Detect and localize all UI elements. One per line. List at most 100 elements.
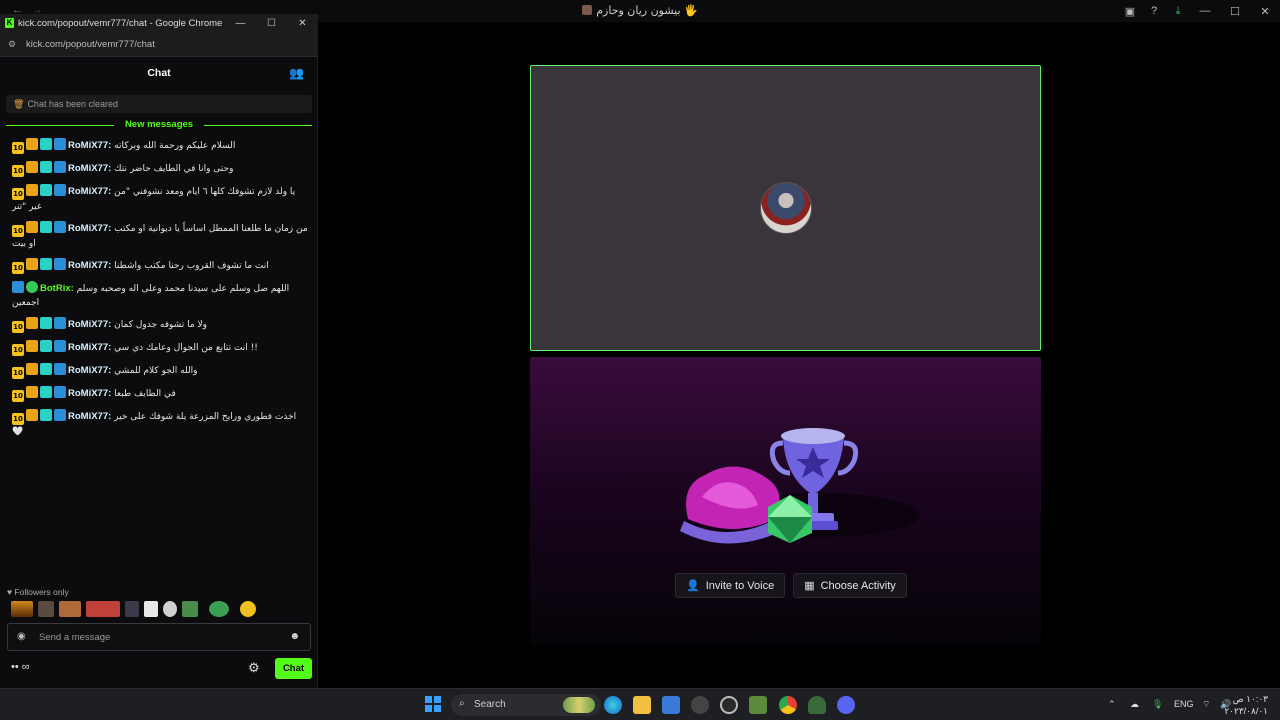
send-placeholder[interactable]: Send a message (39, 632, 110, 643)
chat-message: 10 RoMiX77: السلام عليكم ورحمة الله وبركا… (12, 138, 308, 154)
edge-icon[interactable] (604, 696, 622, 714)
users-icon[interactable]: 👥 (289, 66, 304, 80)
close-icon[interactable]: ✕ (1250, 5, 1280, 18)
maximize-icon[interactable]: ☐ (256, 14, 287, 33)
emote[interactable] (144, 601, 158, 617)
language-indicator[interactable]: ENG (1174, 699, 1194, 709)
gift-badge-icon (40, 184, 52, 196)
chat-username[interactable]: RoMiX77: (68, 319, 111, 330)
crown-badge-icon (26, 409, 38, 421)
file-explorer-icon[interactable] (633, 696, 651, 714)
activity-label: Choose Activity (820, 579, 896, 592)
sub-badge-icon: 10 (12, 262, 24, 274)
verified-badge-icon (54, 317, 66, 329)
emote[interactable] (209, 601, 229, 617)
sub-badge-icon: 10 (12, 390, 24, 402)
verified-badge-icon (54, 386, 66, 398)
crown-badge-icon (26, 221, 38, 233)
invite-to-voice-button[interactable]: 👤 Invite to Voice (675, 573, 786, 598)
kick-logo-icon: K (5, 18, 14, 28)
sub-badge-icon: 10 (12, 413, 24, 425)
taskbar-search[interactable]: ⌕ Search (451, 694, 601, 716)
search-highlight-image (563, 697, 595, 713)
crown-badge-icon (26, 363, 38, 375)
help-icon[interactable]: ? (1142, 5, 1166, 17)
minimize-icon[interactable]: — (225, 14, 256, 33)
bot-badge-icon (26, 281, 38, 293)
emote[interactable] (59, 601, 81, 617)
followers-only-label: ♥ Followers only (7, 587, 69, 597)
chat-username[interactable]: RoMiX77: (68, 140, 111, 151)
points-icon[interactable]: •• ∞ (11, 661, 30, 673)
trash-icon: 🗑 (13, 99, 25, 109)
crown-badge-icon (26, 138, 38, 150)
emote[interactable] (163, 601, 177, 617)
emote[interactable] (11, 601, 33, 617)
send-message-input[interactable]: ◉ Send a message ☻ (7, 623, 311, 651)
verified-badge-icon (54, 340, 66, 352)
search-icon: ⌕ (459, 698, 465, 709)
store-icon[interactable] (662, 696, 680, 714)
sub-badge-icon: 10 (12, 142, 24, 154)
chevron-up-icon[interactable]: ⌃ (1108, 699, 1116, 710)
close-icon[interactable]: ✕ (287, 14, 318, 33)
chat-username[interactable]: RoMiX77: (68, 163, 111, 174)
download-icon[interactable]: ⤓ (1166, 5, 1190, 18)
obs-icon[interactable] (720, 696, 738, 714)
clock-date: ٢٠٢٣/٠٨/٠١ (1224, 706, 1268, 716)
crown-badge-icon (26, 386, 38, 398)
sub-badge-icon: 10 (12, 344, 24, 356)
discord-icon[interactable] (837, 696, 855, 714)
chat-username[interactable]: RoMiX77: (68, 365, 111, 376)
chat-message-text: السلام عليكم ورحمة الله وبركاته (114, 141, 236, 151)
maximize-icon[interactable]: ☐ (1220, 5, 1250, 18)
chat-username[interactable]: RoMiX77: (68, 342, 111, 353)
choose-activity-button[interactable]: ▦ Choose Activity (793, 573, 907, 598)
address-bar[interactable]: ⚙ kick.com/popout/vemr777/chat (0, 33, 318, 57)
network-icon[interactable]: ☁ (1130, 699, 1139, 710)
chat-username[interactable]: RoMiX77: (68, 186, 111, 197)
activity-buttons: 👤 Invite to Voice ▦ Choose Activity (675, 573, 907, 598)
monitor-icon[interactable]: ▣ (1118, 5, 1142, 18)
emoji-icon[interactable]: ☻ (289, 631, 300, 642)
title-bar-controls: ▣ ? ⤓ — ☐ ✕ (1118, 0, 1280, 22)
minimize-icon[interactable]: — (1190, 5, 1220, 17)
emote[interactable] (125, 601, 139, 617)
gear-icon[interactable]: ⚙ (248, 660, 260, 676)
crown-badge-icon (26, 184, 38, 196)
photo-app-icon[interactable] (749, 696, 767, 714)
chat-window-controls: — ☐ ✕ (225, 14, 318, 33)
chat-username[interactable]: BotRix: (40, 283, 74, 294)
wifi-icon[interactable]: ⌔ (1202, 699, 1210, 710)
activity-grid-icon: ▦ (804, 580, 815, 592)
chat-popout-window: K kick.com/popout/vemr777/chat - Google … (0, 14, 318, 688)
site-settings-icon[interactable]: ⚙ (8, 39, 16, 50)
emote[interactable] (86, 601, 120, 617)
chat-message-text: ولا ما تشوفه جدول كمان (114, 320, 207, 330)
user-video-tile[interactable] (530, 65, 1041, 351)
microphone-icon[interactable]: 🎙 (1152, 699, 1163, 710)
chat-username[interactable]: RoMiX77: (68, 260, 111, 271)
clock[interactable]: ١٠:٠٣ ص ٢٠٢٣/٠٨/٠١ (1224, 693, 1268, 717)
trophy-illustration (680, 428, 920, 544)
emote[interactable] (38, 601, 54, 617)
chat-username[interactable]: RoMiX77: (68, 388, 111, 399)
emote[interactable] (182, 601, 198, 617)
search-label: Search (474, 699, 506, 710)
verified-badge-icon (54, 184, 66, 196)
chrome-icon[interactable] (779, 696, 797, 714)
url-text[interactable]: kick.com/popout/vemr777/chat (26, 39, 155, 50)
emote[interactable] (240, 601, 256, 617)
app-icon[interactable] (691, 696, 709, 714)
gift-badge-icon (40, 138, 52, 150)
chat-username[interactable]: RoMiX77: (68, 411, 111, 422)
sub-badge-icon: 10 (12, 321, 24, 333)
avatar[interactable] (760, 182, 812, 234)
app-icon[interactable] (808, 696, 826, 714)
chat-username[interactable]: RoMiX77: (68, 223, 111, 234)
add-user-icon: 👤 (686, 580, 700, 592)
verified-badge-icon (54, 138, 66, 150)
start-icon[interactable] (425, 696, 441, 712)
chat-send-button[interactable]: Chat (275, 658, 312, 679)
chat-message: 10 RoMiX77: ولا ما تشوفه جدول كمان (12, 317, 308, 333)
